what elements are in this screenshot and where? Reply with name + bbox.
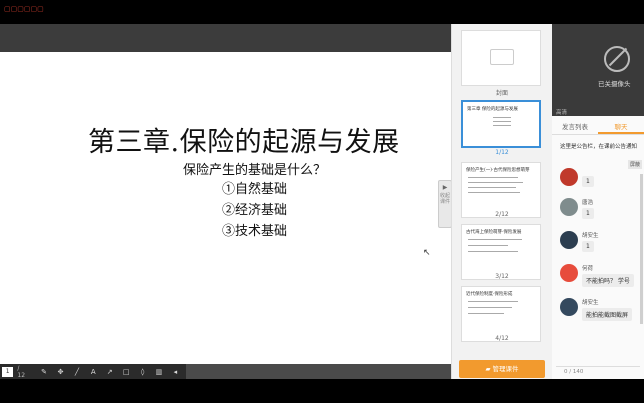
app-logo: ▢▢▢▢▢▢	[4, 5, 44, 13]
page-number-input[interactable]: 1	[2, 366, 14, 377]
right-panel: 已关摄像头 高清 发言列表 聊天 这里是公告栏，在课前公告通知 屏蔽 1 唐浩 …	[552, 24, 644, 379]
text-icon[interactable]: A	[88, 368, 99, 376]
page-total: / 12	[17, 364, 26, 379]
slide-title: 第三章.保险的起源与发展	[88, 127, 400, 158]
chat-message: 1	[582, 208, 594, 219]
bottom-black-bar	[0, 379, 451, 403]
slide-viewport: 第三章.保险的起源与发展 保险产生的基础是什么？ ①自然基础 ②经济基础 ③技术…	[0, 24, 451, 377]
top-bar: ▢▢▢▢▢▢	[0, 0, 644, 24]
toolbar-strip	[186, 364, 451, 379]
mouse-cursor-icon: ↖	[423, 248, 431, 258]
thumbnail-label: 封面	[495, 90, 508, 97]
thumbnail-slide-2[interactable]: 保险产生(一)·古代保险思想萌芽	[461, 162, 541, 218]
rectangle-icon[interactable]: □	[120, 368, 131, 376]
thumbnail-slide-4[interactable]: 近代保险制度·保险形成	[461, 286, 541, 342]
thumbnail-title: 古代海上保险萌芽·保险发展	[466, 230, 522, 235]
chat-tabs: 发言列表 聊天	[552, 120, 644, 135]
thumbnail-label: 3/12	[495, 273, 509, 280]
avatar	[560, 264, 578, 282]
slide-item-technical: ③技术基础	[222, 224, 288, 239]
thumbnail-title: 第三章 保险的起源与发展	[467, 107, 518, 112]
thumbnail-bottom-bar	[451, 379, 551, 403]
chat-message: 1	[582, 176, 594, 187]
chat-message: 能拍能截图截屏	[582, 308, 633, 321]
expand-arrow-icon: ▶	[442, 184, 448, 191]
slide-question: 保险产生的基础是什么？	[183, 163, 327, 178]
tab-speaker-list[interactable]: 发言列表	[552, 120, 598, 134]
delete-icon[interactable]: ▥	[153, 368, 164, 376]
drawing-toolbar: 1 / 12 ✎ ✥ ╱ A ↗ □ ◊ ▥ ◂	[0, 364, 186, 379]
shield-button[interactable]: 屏蔽	[628, 160, 643, 169]
manage-slides-label: 管理课件	[492, 365, 519, 373]
char-counter: 0 / 140	[564, 369, 584, 375]
avatar	[560, 298, 578, 316]
right-bottom-bar	[552, 379, 644, 403]
collapse-label: 收起课件	[439, 193, 450, 205]
thumbnail-title: 近代保险制度·保险形成	[466, 292, 513, 297]
eraser-icon[interactable]: ◊	[137, 368, 148, 376]
quality-label: 高清	[556, 110, 568, 116]
announcement-text: 这里是公告栏，在课前公告通知	[560, 144, 638, 150]
avatar	[560, 231, 578, 249]
arrow-icon[interactable]: ↗	[104, 368, 115, 376]
manage-slides-button[interactable]: ▰ 管理课件	[459, 360, 545, 378]
chat-input[interactable]: 0 / 140	[556, 366, 640, 377]
chat-message: 不能拍吗？ 学号	[582, 274, 634, 287]
thumbnail-label: 1/12	[495, 149, 509, 156]
chat-scrollbar[interactable]	[640, 174, 643, 324]
thumbnail-label: 2/12	[495, 211, 509, 218]
thumbnail-slide-1[interactable]: 第三章 保险的起源与发展	[461, 100, 541, 148]
prev-icon[interactable]: ◂	[170, 368, 181, 376]
cover-logo-icon	[490, 49, 514, 65]
slide-canvas[interactable]: 第三章.保险的起源与发展 保险产生的基础是什么？ ①自然基础 ②经济基础 ③技术…	[0, 52, 451, 377]
slide-item-natural: ①自然基础	[222, 182, 288, 197]
chat-message: 1	[582, 241, 594, 252]
chat-username: 胡安生	[582, 233, 599, 239]
thumbnail-label: 4/12	[495, 335, 509, 342]
chat-username: 唐浩	[582, 200, 594, 206]
pen-icon[interactable]: ✎	[38, 368, 49, 376]
folder-icon: ▰	[485, 365, 493, 373]
tab-chat[interactable]: 聊天	[598, 120, 644, 134]
move-icon[interactable]: ✥	[55, 368, 66, 376]
camera-status: 已关摄像头	[598, 80, 631, 88]
brush-icon[interactable]: ╱	[71, 368, 82, 376]
camera-view[interactable]: 已关摄像头 高清	[552, 24, 644, 116]
thumbnail-cover[interactable]	[461, 30, 541, 86]
slide-item-economic: ②经济基础	[222, 203, 288, 218]
chat-username: 胡安生	[582, 300, 599, 306]
avatar	[560, 198, 578, 216]
collapse-slides-handle[interactable]: ▶ 收起课件	[438, 180, 452, 228]
thumbnail-slide-3[interactable]: 古代海上保险萌芽·保险发展	[461, 224, 541, 280]
thumbnail-panel: 封面 第三章 保险的起源与发展 1/12 保险产生(一)·古代保险思想萌芽 2/…	[451, 24, 552, 379]
avatar	[560, 168, 578, 186]
thumbnail-title: 保险产生(一)·古代保险思想萌芽	[466, 168, 530, 173]
chat-username: 何荷	[582, 266, 594, 272]
